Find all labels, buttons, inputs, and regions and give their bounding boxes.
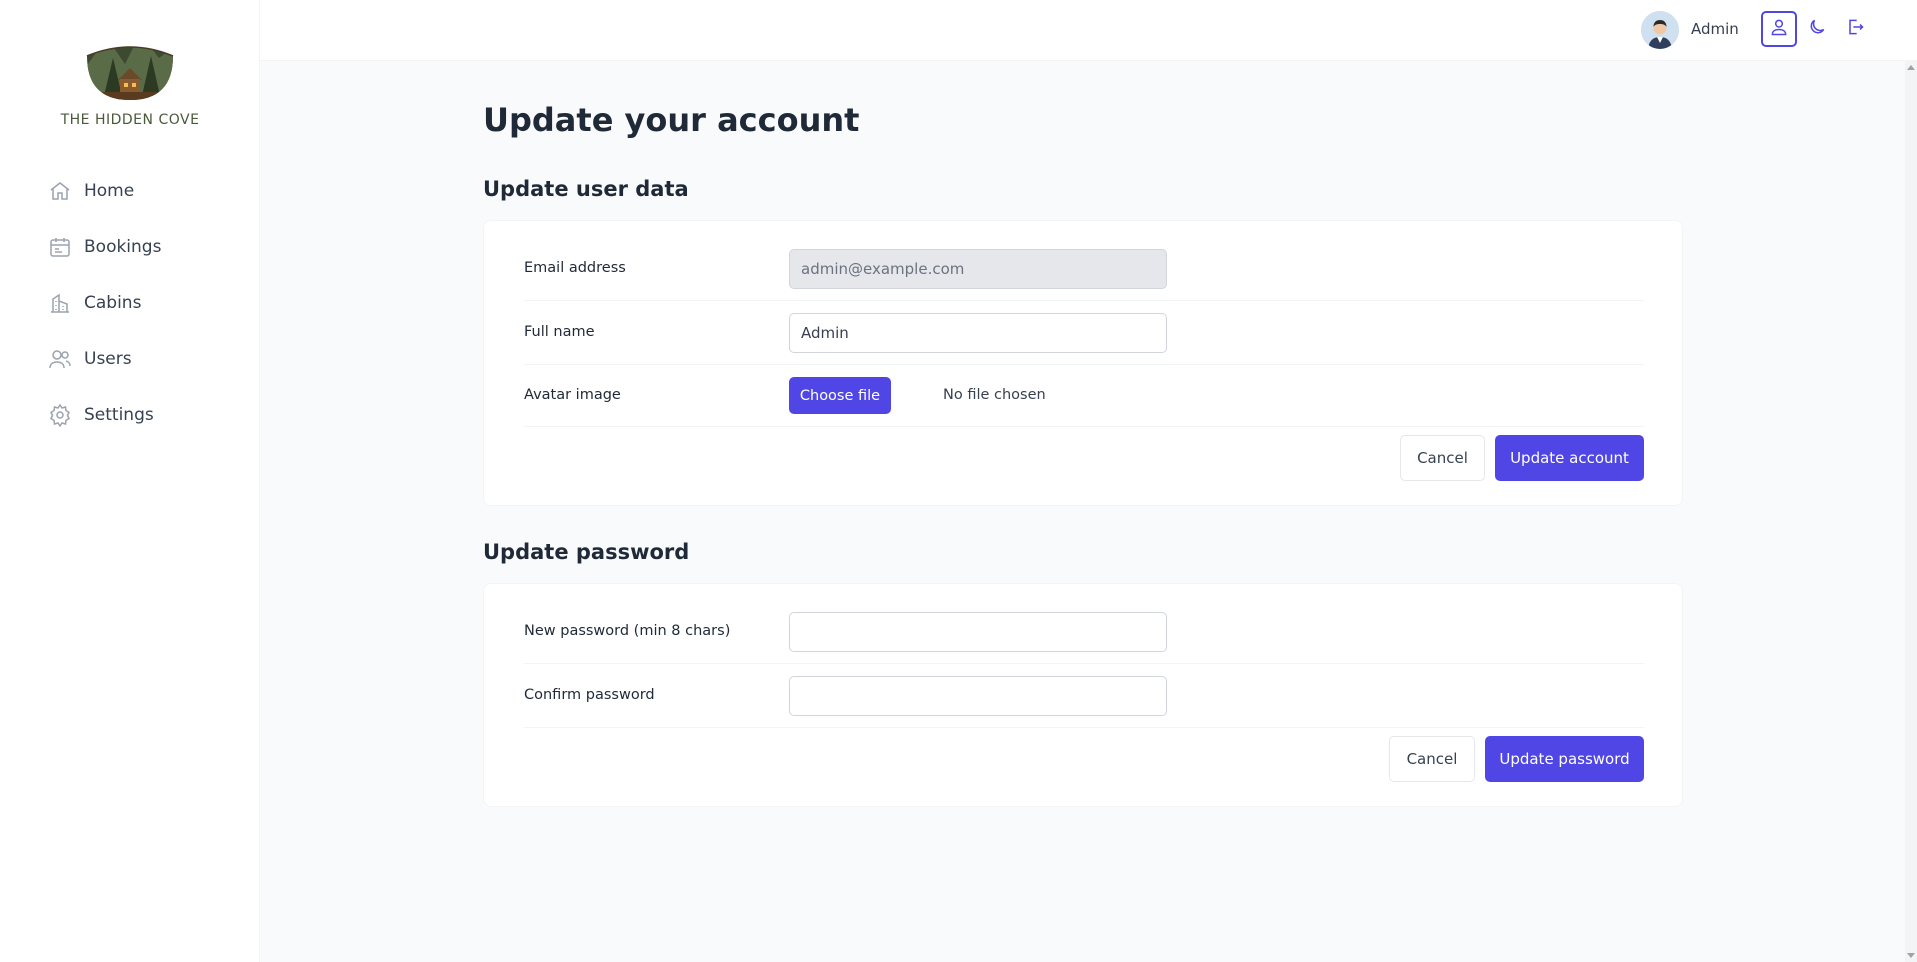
sidebar-item-label: Settings [84,405,154,425]
avatar-label: Avatar image [524,387,621,403]
choose-file-button[interactable]: Choose file [789,377,891,414]
cabin-logo[interactable] [85,28,175,100]
email-label: Email address [524,260,626,276]
scroll-down-icon[interactable] [1907,953,1915,958]
sidebar-item-label: Cabins [84,293,142,313]
new-password-field[interactable] [789,612,1167,652]
cancel-button[interactable]: Cancel [1400,435,1485,481]
sidebar-item-label: Home [84,181,135,201]
header-user-name: Admin [1691,20,1739,38]
gear-icon [48,403,72,427]
update-account-button[interactable]: Update account [1495,435,1644,481]
sidebar-item-label: Users [84,349,132,369]
sidebar-item-users[interactable]: Users [38,331,238,387]
logout-icon [1845,17,1865,41]
home-icon [48,179,72,203]
new-password-label: New password (min 8 chars) [524,623,731,639]
calendar-icon [48,235,72,259]
fullname-row: Full name [524,301,1644,365]
password-form: New password (min 8 chars) Confirm passw… [483,583,1683,807]
new-password-row: New password (min 8 chars) [524,600,1644,664]
password-section-title: Update password [483,540,690,564]
user-data-form: Email address Full name Avatar image Cho… [483,220,1683,506]
sidebar-nav: Home Bookings Cabins Users Settings [38,163,238,443]
users-icon [48,347,72,371]
update-password-button[interactable]: Update password [1485,736,1644,782]
dark-mode-toggle[interactable] [1799,11,1835,47]
avatar-row: Avatar image Choose file No file chosen [524,365,1644,427]
email-row: Email address [524,237,1644,301]
logo-block: THE HIDDEN COVE [0,28,260,128]
scroll-up-icon[interactable] [1907,65,1915,70]
brand-name: THE HIDDEN COVE [60,112,200,128]
sidebar-item-cabins[interactable]: Cabins [38,275,238,331]
fullname-field[interactable] [789,313,1167,353]
user-data-section-title: Update user data [483,177,689,201]
logout-button[interactable] [1837,11,1873,47]
sidebar: THE HIDDEN COVE Home Bookings Cabins Use… [0,0,260,962]
fullname-label: Full name [524,324,595,340]
sidebar-item-label: Bookings [84,237,162,257]
page-title: Update your account [483,101,860,139]
building-icon [48,291,72,315]
account-button[interactable] [1761,11,1797,47]
sidebar-item-bookings[interactable]: Bookings [38,219,238,275]
user-icon [1769,17,1789,41]
confirm-password-label: Confirm password [524,687,655,703]
confirm-password-field[interactable] [789,676,1167,716]
email-field[interactable] [789,249,1167,289]
sidebar-item-home[interactable]: Home [38,163,238,219]
cancel-button[interactable]: Cancel [1389,736,1475,782]
page-scrollbar[interactable] [1905,61,1917,962]
sidebar-item-settings[interactable]: Settings [38,387,238,443]
moon-icon [1807,17,1827,41]
confirm-password-row: Confirm password [524,664,1644,728]
avatar [1641,11,1679,49]
file-status: No file chosen [943,387,1046,403]
